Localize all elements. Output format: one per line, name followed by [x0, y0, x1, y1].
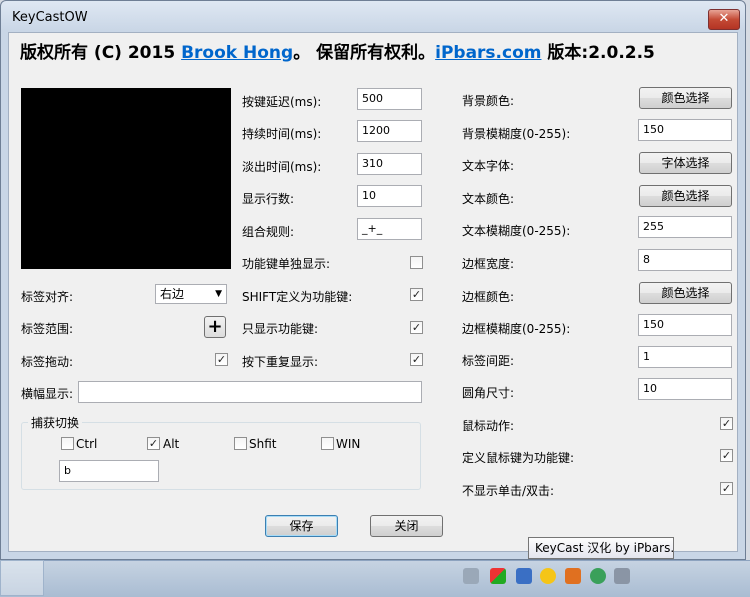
border-color-button[interactable]: 颜色选择	[639, 282, 732, 304]
align-select[interactable]: 右边 ▼	[155, 284, 227, 304]
taskbar-button[interactable]	[0, 560, 44, 596]
font-button[interactable]: 字体选择	[639, 152, 732, 174]
border-color-label: 边框颜色:	[462, 290, 515, 304]
device-icon[interactable]	[614, 568, 630, 584]
duration-input[interactable]: 1200	[357, 120, 422, 142]
add-range-button[interactable]: +	[204, 316, 226, 338]
text-opacity-label: 文本模糊度(0-255):	[462, 224, 571, 238]
header-prefix: 版权所有 (C) 2015	[20, 43, 182, 63]
site-link[interactable]: iPbars.com	[435, 43, 541, 63]
win-checkbox[interactable]	[321, 437, 334, 450]
combo-input[interactable]: _+_	[357, 218, 422, 240]
text-color-button[interactable]: 颜色选择	[639, 185, 732, 207]
spacing-input[interactable]: 1	[638, 346, 732, 368]
lines-input[interactable]: 10	[357, 185, 422, 207]
shift-fn-checkbox[interactable]: ✓	[410, 288, 423, 301]
tray-tooltip: KeyCast 汉化 by iPbars.com	[528, 537, 674, 559]
font-label: 文本字体:	[462, 159, 515, 173]
align-label: 标签对齐:	[21, 290, 74, 304]
banner-input[interactable]	[78, 381, 422, 403]
noclick-checkbox[interactable]: ✓	[720, 482, 733, 495]
text-color-label: 文本颜色:	[462, 192, 515, 206]
bg-color-button[interactable]: 颜色选择	[639, 87, 732, 109]
qq-icon[interactable]	[540, 568, 556, 584]
window-title: KeyCastOW	[12, 10, 88, 25]
bg-color-label: 背景颜色:	[462, 94, 515, 108]
bg-opacity-input[interactable]: 150	[638, 119, 732, 141]
fade-label: 淡出时间(ms):	[242, 160, 322, 174]
mouse-fn-checkbox[interactable]: ✓	[720, 449, 733, 462]
fnkey-checkbox[interactable]	[410, 256, 423, 269]
keyboard-icon[interactable]	[463, 568, 479, 584]
alt-checkbox[interactable]: ✓	[147, 437, 160, 450]
chevron-down-icon: ▼	[215, 289, 222, 299]
ctrl-label: Ctrl	[76, 437, 98, 451]
close-button[interactable]: 关闭	[370, 515, 443, 537]
delay-input[interactable]: 500	[357, 88, 422, 110]
only-fn-label: 只显示功能键:	[242, 322, 319, 336]
spacing-label: 标签间距:	[462, 354, 515, 368]
repeat-label: 按下重复显示:	[242, 355, 319, 369]
duration-label: 持续时间(ms):	[242, 127, 322, 141]
shift-checkbox[interactable]	[234, 437, 247, 450]
capture-key-input[interactable]: b	[59, 460, 159, 482]
align-select-value: 右边	[160, 287, 185, 301]
radius-input[interactable]: 10	[638, 378, 732, 400]
security-icon[interactable]	[590, 568, 606, 584]
header-version: 版本:2.0.2.5	[541, 43, 655, 63]
border-opacity-input[interactable]: 150	[638, 314, 732, 336]
app-tray-icon[interactable]	[516, 568, 532, 584]
author-link[interactable]: Brook Hong	[181, 43, 293, 63]
ctrl-checkbox[interactable]	[61, 437, 74, 450]
save-button[interactable]: 保存	[265, 515, 338, 537]
border-width-label: 边框宽度:	[462, 257, 515, 271]
only-fn-checkbox[interactable]: ✓	[410, 321, 423, 334]
copyright-header: 版权所有 (C) 2015 Brook Hong。 保留所有权利。iPbars.…	[20, 38, 655, 63]
win-label: WIN	[336, 437, 361, 451]
noclick-label: 不显示单击/双击:	[462, 484, 555, 498]
mouse-fn-label: 定义鼠标键为功能键:	[462, 451, 575, 465]
fade-input[interactable]: 310	[357, 153, 422, 175]
bg-opacity-label: 背景模糊度(0-255):	[462, 127, 571, 141]
lines-label: 显示行数:	[242, 192, 295, 206]
capture-group-title: 捕获切换	[28, 414, 83, 431]
fnkey-label: 功能键单独显示:	[242, 257, 331, 271]
delay-label: 按键延迟(ms):	[242, 95, 322, 109]
mouse-checkbox[interactable]: ✓	[720, 417, 733, 430]
radius-label: 圆角尺寸:	[462, 386, 515, 400]
banner-label: 横幅显示:	[21, 387, 74, 401]
shift-label: Shfit	[249, 437, 277, 451]
range-label: 标签范围:	[21, 322, 74, 336]
header-middle: 。 保留所有权利。	[293, 43, 436, 63]
alt-label: Alt	[163, 437, 180, 451]
office-icon[interactable]	[565, 568, 581, 584]
text-opacity-input[interactable]: 255	[638, 216, 732, 238]
network-icon[interactable]	[490, 568, 506, 584]
drag-checkbox[interactable]: ✓	[215, 353, 228, 366]
mouse-label: 鼠标动作:	[462, 419, 515, 433]
preview-area	[21, 88, 231, 269]
drag-label: 标签拖动:	[21, 355, 74, 369]
shift-fn-label: SHIFT定义为功能键:	[242, 290, 353, 304]
combo-label: 组合规则:	[242, 225, 295, 239]
repeat-checkbox[interactable]: ✓	[410, 353, 423, 366]
border-width-input[interactable]: 8	[638, 249, 732, 271]
taskbar	[0, 560, 750, 597]
border-opacity-label: 边框模糊度(0-255):	[462, 322, 571, 336]
close-icon[interactable]: ✕	[708, 9, 740, 30]
